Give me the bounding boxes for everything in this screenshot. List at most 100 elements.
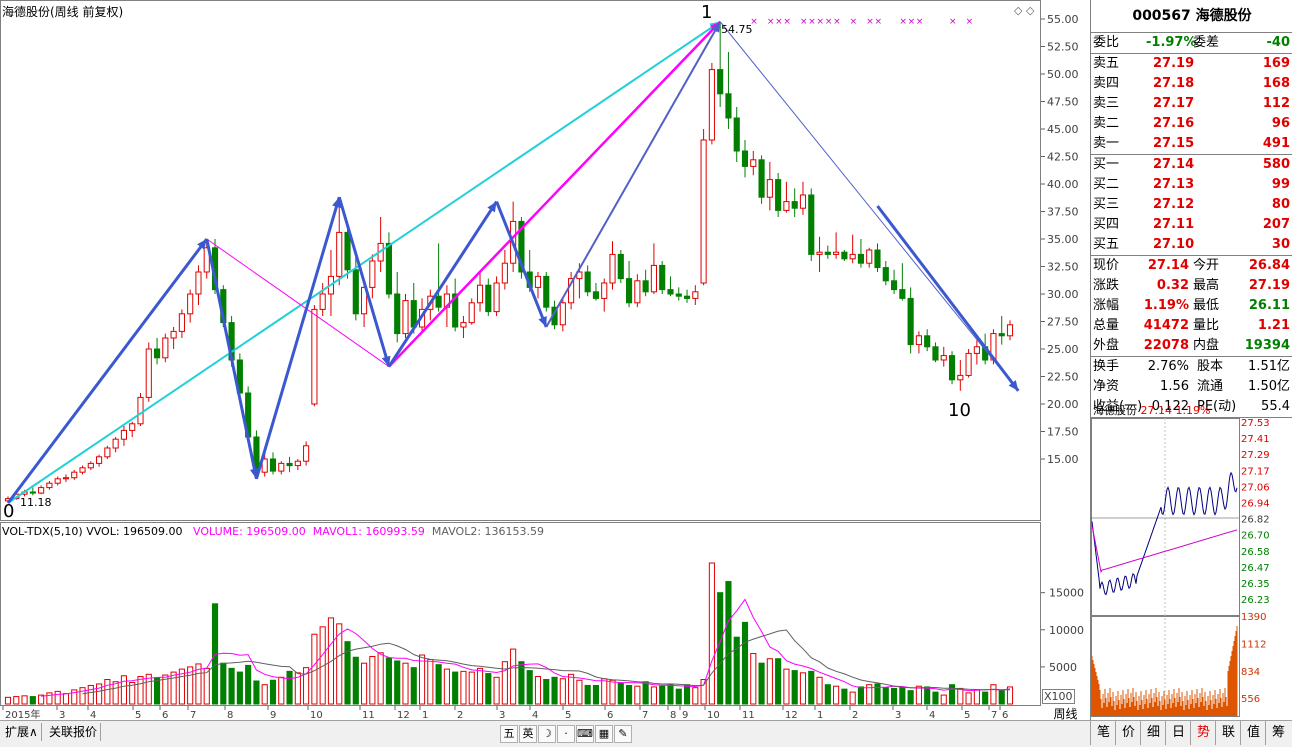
sell-volume: 96 bbox=[1271, 116, 1290, 131]
candle-body bbox=[642, 280, 649, 293]
price-tick-label: 52.50 bbox=[1047, 41, 1079, 54]
grid-icon[interactable]: ▦ bbox=[595, 725, 613, 743]
ime-icon[interactable]: 五 bbox=[500, 725, 518, 743]
intraday-price-tick: 26.94 bbox=[1241, 499, 1270, 510]
dot-icon[interactable]: · bbox=[557, 725, 575, 743]
stock-title: 海德股份(周线 前复权) bbox=[2, 5, 124, 19]
candle-body bbox=[137, 396, 144, 425]
stat-value: 27.14 bbox=[1147, 258, 1189, 273]
volume-bar bbox=[501, 661, 508, 705]
time-tick-label: 12 bbox=[397, 710, 410, 720]
period-button[interactable]: 周线 bbox=[1042, 707, 1089, 721]
candle-body bbox=[799, 194, 807, 209]
candle-body bbox=[129, 423, 136, 431]
volume-bar bbox=[485, 673, 492, 705]
tab-2[interactable]: 细 bbox=[1140, 721, 1166, 745]
price-tick-label: 32.50 bbox=[1047, 261, 1079, 274]
wrench-icon[interactable]: ✎ bbox=[614, 725, 632, 743]
candle-body bbox=[833, 251, 840, 255]
x100-label: X100 bbox=[1042, 689, 1075, 704]
kline-svg[interactable]: × × × × × × × × × × × × × × × × × ◇ ◇ bbox=[0, 0, 1041, 706]
tab-6[interactable]: 值 bbox=[1240, 721, 1266, 745]
stat2-value-2: 1.50亿 bbox=[1248, 379, 1290, 394]
moon-icon[interactable]: ☽ bbox=[538, 725, 556, 743]
time-tick-label: 7 bbox=[190, 710, 196, 720]
stat-label: 涨幅 bbox=[1093, 298, 1120, 313]
volume-bar bbox=[361, 662, 368, 705]
top-x-mark: × bbox=[833, 17, 841, 27]
intraday-avg-line bbox=[1091, 525, 1238, 574]
candle-body bbox=[634, 280, 641, 304]
top-x-mark: × bbox=[800, 17, 808, 27]
stat-value-2: 26.11 bbox=[1248, 298, 1290, 313]
volume-bar bbox=[286, 670, 293, 705]
expand-button[interactable]: 扩展∧ bbox=[2, 723, 42, 741]
tab-3[interactable]: 日 bbox=[1165, 721, 1191, 745]
top-x-mark: × bbox=[899, 17, 907, 27]
diamond-icon[interactable]: ◇ bbox=[1014, 4, 1023, 17]
candle-body bbox=[104, 447, 111, 458]
tab-5[interactable]: 联 bbox=[1215, 721, 1241, 745]
volume-bar bbox=[377, 652, 384, 705]
stat-label: 涨跌 bbox=[1093, 278, 1120, 293]
buy-row: 买四 27.11 207 bbox=[1091, 215, 1292, 235]
stat-row: 涨幅 1.19% 最低 26.11 bbox=[1091, 296, 1292, 316]
sell-row: 卖一 27.15 491 bbox=[1091, 134, 1292, 154]
tab-0[interactable]: 笔 bbox=[1090, 721, 1116, 745]
candle-body bbox=[816, 251, 823, 255]
candle-body bbox=[311, 308, 318, 405]
top-x-mark: × bbox=[916, 17, 924, 27]
sell-price: 27.19 bbox=[1153, 56, 1195, 71]
candle-body bbox=[758, 159, 765, 198]
candle-body bbox=[54, 478, 61, 484]
kline-chart[interactable]: × × × × × × × × × × × × × × × × × ◇ ◇ 海德股份(周线 前复权) VOL-T… bbox=[0, 0, 1041, 706]
tab-7[interactable]: 筹 bbox=[1265, 721, 1291, 745]
candle-body bbox=[700, 139, 707, 284]
stat-row: 现价 27.14 今开 26.84 bbox=[1091, 256, 1292, 276]
candle-body bbox=[849, 253, 856, 260]
stat2-value: 1.56 bbox=[1160, 379, 1189, 394]
wave-b-c bbox=[205, 238, 258, 480]
tab-4[interactable]: 势 bbox=[1190, 721, 1216, 745]
price-tick-label: 55.00 bbox=[1047, 13, 1079, 26]
related-quotes-button[interactable]: 关联报价 bbox=[46, 723, 102, 741]
volume-bar bbox=[62, 693, 70, 705]
candle-body bbox=[286, 462, 293, 467]
candle-body bbox=[29, 491, 36, 494]
wave-label-1: 1 bbox=[701, 2, 713, 23]
sell-label: 卖四 bbox=[1093, 76, 1120, 91]
volume-tick-label: 15000 bbox=[1049, 587, 1084, 600]
top-x-mark: × bbox=[783, 17, 791, 27]
volume-bar bbox=[203, 667, 210, 705]
price-tick-label: 27.50 bbox=[1047, 316, 1079, 329]
buy-price: 27.12 bbox=[1153, 197, 1195, 212]
buy-row: 买三 27.12 80 bbox=[1091, 195, 1292, 215]
stat2-value-2: 1.51亿 bbox=[1248, 359, 1290, 374]
diamond-icon-2[interactable]: ◇ bbox=[1026, 4, 1035, 17]
volume-bar bbox=[54, 690, 61, 705]
intraday-price-tick: 27.53 bbox=[1241, 418, 1270, 429]
candle-body bbox=[87, 462, 94, 469]
english-icon[interactable]: 英 bbox=[519, 725, 537, 743]
time-tick-label: 9 bbox=[270, 710, 276, 720]
top-x-mark: × bbox=[850, 17, 858, 27]
sell-volume: 491 bbox=[1262, 136, 1290, 151]
keyboard-icon[interactable]: ⌨ bbox=[576, 725, 594, 743]
price-tick-label: 37.50 bbox=[1047, 206, 1079, 219]
stock-code-name: 000567 海德股份 bbox=[1091, 0, 1292, 33]
candle-body bbox=[733, 117, 740, 152]
volume-tick-label: 10000 bbox=[1049, 624, 1084, 637]
time-tick-label: 3 bbox=[499, 710, 505, 720]
candle-body bbox=[965, 352, 972, 376]
intraday-price: 27.14 bbox=[1140, 404, 1173, 417]
buy-price: 27.14 bbox=[1153, 157, 1195, 172]
tab-1[interactable]: 价 bbox=[1115, 721, 1141, 745]
intraday-chart[interactable]: 27.53 27.41 27.29 27.17 27.06 26.94 26.82 26.70… bbox=[1091, 418, 1292, 718]
volume-bar bbox=[568, 673, 575, 705]
buy-price: 27.13 bbox=[1153, 177, 1195, 192]
stat-row: 涨跌 0.32 最高 27.19 bbox=[1091, 276, 1292, 296]
top-x-mark: × bbox=[966, 17, 974, 27]
buy-row: 买二 27.13 99 bbox=[1091, 175, 1292, 195]
volume-bar bbox=[534, 676, 542, 705]
candle-body bbox=[725, 93, 732, 119]
